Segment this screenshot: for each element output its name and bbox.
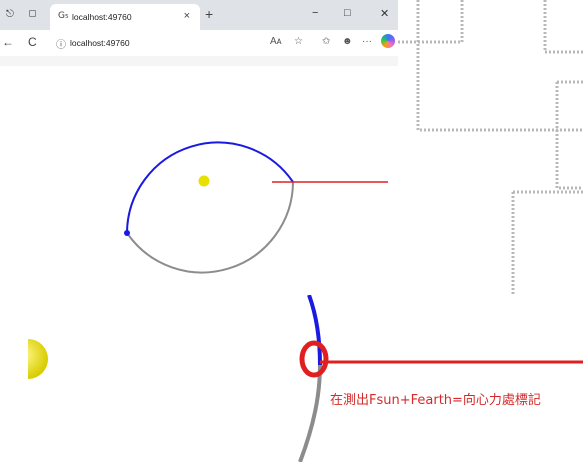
back-button[interactable]: ← <box>2 35 14 49</box>
earth-marker <box>124 230 130 236</box>
copilot-icon[interactable] <box>381 34 395 48</box>
more-menu-icon[interactable]: ··· <box>362 36 372 47</box>
browser-window: ⎋ ▢ G₅ localhost:49760 × + − □ ✕ ← C ⓘ l… <box>0 0 398 288</box>
zoom-sun <box>28 339 48 379</box>
minimize-button[interactable]: − <box>312 7 318 19</box>
sun <box>198 175 210 187</box>
close-window-button[interactable]: ✕ <box>380 7 389 20</box>
read-aloud-icon[interactable]: Aᴀ <box>270 36 282 47</box>
favorites-icon[interactable]: ✩ <box>322 36 330 47</box>
orbit-simulation <box>124 141 388 274</box>
new-tab-button[interactable]: + <box>205 6 213 22</box>
url-text[interactable]: localhost:49760 <box>70 38 130 48</box>
tab-close-icon[interactable]: × <box>184 10 190 22</box>
workspace-icons[interactable]: ⎋ ▢ <box>6 9 42 20</box>
orbit-lower-arc <box>126 181 294 274</box>
profile-icon[interactable]: ☻ <box>342 36 353 47</box>
orbit-upper-arc <box>126 141 294 234</box>
site-info-icon[interactable]: ⓘ <box>56 36 66 51</box>
tab-bar: ⎋ ▢ G₅ localhost:49760 × + − □ ✕ <box>0 0 398 30</box>
tab-localhost[interactable]: G₅ localhost:49760 × <box>50 4 200 30</box>
favicon-icon: G₅ <box>58 11 69 21</box>
annotation-text: 在測出Fsun+Fearth=向心力處標記 <box>330 393 541 408</box>
refresh-button[interactable]: C <box>28 35 37 49</box>
zoom-orbit-lower <box>298 364 322 462</box>
highlight-circle-marker <box>299 340 329 378</box>
tab-title: localhost:49760 <box>72 12 132 22</box>
address-bar[interactable]: ⓘ localhost:49760 Aᴀ ☆ ✩ ☻ ··· <box>48 34 378 52</box>
address-toolbar: ← C ⓘ localhost:49760 Aᴀ ☆ ✩ ☻ ··· <box>0 30 398 57</box>
zoom-orbit-upper <box>307 295 322 366</box>
maximize-button[interactable]: □ <box>344 7 351 19</box>
zoomed-view: 在測出Fsun+Fearth=向心力處標記 <box>28 295 583 462</box>
favorite-star-icon[interactable]: ☆ <box>294 36 303 47</box>
